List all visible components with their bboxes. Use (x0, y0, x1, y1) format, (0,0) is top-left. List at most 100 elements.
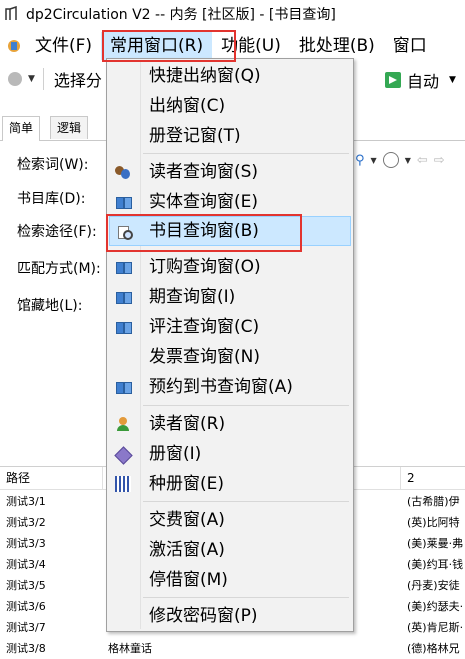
cell-path: 测试3/2 (6, 516, 46, 529)
menu-divider (143, 153, 349, 154)
cell-author: (美)莱曼·弗 (407, 537, 464, 550)
tab-simple[interactable]: 简单 (2, 116, 41, 141)
menu-item-reader-window[interactable]: 读者窗(R) (109, 409, 351, 439)
menu-divider (143, 405, 349, 406)
menu-function[interactable]: 功能(U) (212, 32, 290, 60)
menu-item-circulation[interactable]: 出纳窗(C) (109, 91, 351, 121)
menu-common-windows[interactable]: 常用窗口(R) (101, 32, 213, 60)
user-icon (115, 416, 131, 432)
menu-item-label: 激活窗(A) (149, 540, 225, 560)
menu-file[interactable]: 文件(F) (26, 32, 101, 60)
chevron-down-icon[interactable]: ▼ (371, 156, 377, 165)
menu-item-fee-window[interactable]: 交费窗(A) (109, 505, 351, 535)
menu-item-label: 预约到书查询窗(A) (149, 377, 293, 397)
chevron-down-icon[interactable]: ▼ (449, 75, 456, 85)
search-route-label: 检索途径(F): (17, 224, 97, 240)
menu-item-change-password[interactable]: 修改密码窗(P) (109, 601, 351, 631)
column-divider[interactable] (102, 467, 103, 489)
column-divider[interactable] (400, 467, 401, 489)
location-label: 馆藏地(L): (17, 298, 83, 314)
menu-divider (143, 501, 349, 502)
book-icon (115, 319, 132, 335)
people-icon (115, 164, 131, 180)
menu-item-label: 读者查询窗(S) (149, 162, 259, 182)
barcode-icon (115, 476, 131, 492)
toolbar-divider (42, 68, 44, 90)
search-tools: ⚲ ▼ ▼ ⇦ ⇨ (355, 152, 445, 168)
menu-item-label: 册登记窗(T) (149, 126, 241, 146)
menu-item-reservation-search[interactable]: 预约到书查询窗(A) (109, 372, 351, 402)
menu-item-entity-search[interactable]: 实体查询窗(E) (109, 187, 351, 217)
cell-path: 测试3/4 (6, 558, 46, 571)
app-icon (4, 5, 20, 22)
chevron-down-icon[interactable]: ▼ (28, 74, 35, 84)
menu-item-label: 书目查询窗(B) (149, 221, 259, 241)
menu-item-entity-window[interactable]: 种册窗(E) (109, 469, 351, 499)
auto-button[interactable]: 自动 (407, 68, 439, 92)
cell-path: 测试3/7 (6, 621, 46, 634)
menu-item-label: 快捷出纳窗(Q) (149, 66, 261, 86)
menu-batch[interactable]: 批处理(B) (290, 32, 384, 60)
table-row[interactable]: 测试3/8 格林童话 (德)格林兄 (0, 638, 465, 659)
menu-item-label: 发票查询窗(N) (149, 347, 260, 367)
tab-logic[interactable]: 逻辑 (50, 116, 89, 139)
menu-item-label: 评注查询窗(C) (149, 317, 260, 337)
book-icon (115, 259, 132, 275)
menu-item-label: 停借窗(M) (149, 570, 228, 590)
menu-item-reader-search[interactable]: 读者查询窗(S) (109, 157, 351, 187)
menu-item-label: 读者窗(R) (149, 414, 226, 434)
menu-divider (143, 597, 349, 598)
search-icon[interactable]: ⚲ (355, 153, 365, 168)
gem-icon (115, 446, 131, 462)
common-windows-dropdown: 快捷出纳窗(Q) 出纳窗(C) 册登记窗(T) 读者查询窗(S) 实体查询窗(E… (106, 58, 354, 632)
menu-item-quick-circulation[interactable]: 快捷出纳窗(Q) (109, 61, 351, 91)
menu-item-label: 期查询窗(I) (149, 287, 236, 307)
menu-item-item-register[interactable]: 册登记窗(T) (109, 121, 351, 151)
cell-author: (美)约瑟夫· (407, 600, 464, 613)
cell-author: (英)肯尼斯· (407, 621, 464, 634)
cell-path: 测试3/1 (6, 495, 46, 508)
window-title: dp2Circulation V2 -- 内务 [社区版] - [书目查询] (26, 7, 336, 23)
menu-item-label: 实体查询窗(E) (149, 192, 259, 212)
cell-author: (丹麦)安徒 (407, 579, 460, 592)
cell-author: (德)格林兄 (407, 642, 460, 655)
menu-item-biblio-search[interactable]: 书目查询窗(B) (109, 216, 351, 246)
forward-arrow-icon[interactable]: ⇨ (434, 153, 445, 168)
title-bar: dp2Circulation V2 -- 内务 [社区版] - [书目查询] (0, 0, 465, 28)
menu-item-item-window[interactable]: 册窗(I) (109, 439, 351, 469)
menu-item-order-search[interactable]: 订购查询窗(O) (109, 252, 351, 282)
cell-path: 测试3/8 (6, 642, 46, 655)
menu-item-label: 出纳窗(C) (149, 96, 226, 116)
back-arrow-icon[interactable]: ⇦ (417, 153, 428, 168)
book-icon (115, 289, 132, 305)
col-header-path[interactable]: 路径 (6, 467, 30, 489)
menu-item-comment-search[interactable]: 评注查询窗(C) (109, 312, 351, 342)
go-icon[interactable] (385, 72, 401, 88)
col-header-2[interactable]: 2 (407, 467, 415, 489)
search-doc-icon (116, 224, 133, 240)
book-icon (115, 379, 132, 395)
cell-title: 格林童话 (108, 642, 152, 655)
menu-window[interactable]: 窗口 (384, 32, 436, 60)
cell-author: (美)约耳·钱 (407, 558, 464, 571)
keyword-label: 检索词(W): (17, 157, 89, 173)
cell-path: 测试3/6 (6, 600, 46, 613)
chevron-down-icon[interactable]: ▼ (405, 156, 411, 165)
cell-path: 测试3/5 (6, 579, 46, 592)
stop-icon[interactable] (8, 72, 22, 86)
menu-item-invoice-search[interactable]: 发票查询窗(N) (109, 342, 351, 372)
history-clock-icon[interactable] (382, 152, 399, 168)
menu-item-suspend-window[interactable]: 停借窗(M) (109, 565, 351, 595)
menu-item-issue-search[interactable]: 期查询窗(I) (109, 282, 351, 312)
menu-item-label: 种册窗(E) (149, 474, 225, 494)
menu-item-label: 订购查询窗(O) (149, 257, 261, 277)
toolbar-select-label[interactable]: 选择分 (54, 67, 102, 91)
menu-item-label: 册窗(I) (149, 444, 202, 464)
match-mode-label: 匹配方式(M): (17, 261, 101, 277)
menu-item-label: 修改密码窗(P) (149, 606, 258, 626)
book-icon (115, 194, 132, 210)
cell-path: 测试3/3 (6, 537, 46, 550)
cell-author: (英)比阿特 (407, 516, 460, 529)
menu-app-icon[interactable] (6, 38, 22, 54)
menu-item-activate-window[interactable]: 激活窗(A) (109, 535, 351, 565)
